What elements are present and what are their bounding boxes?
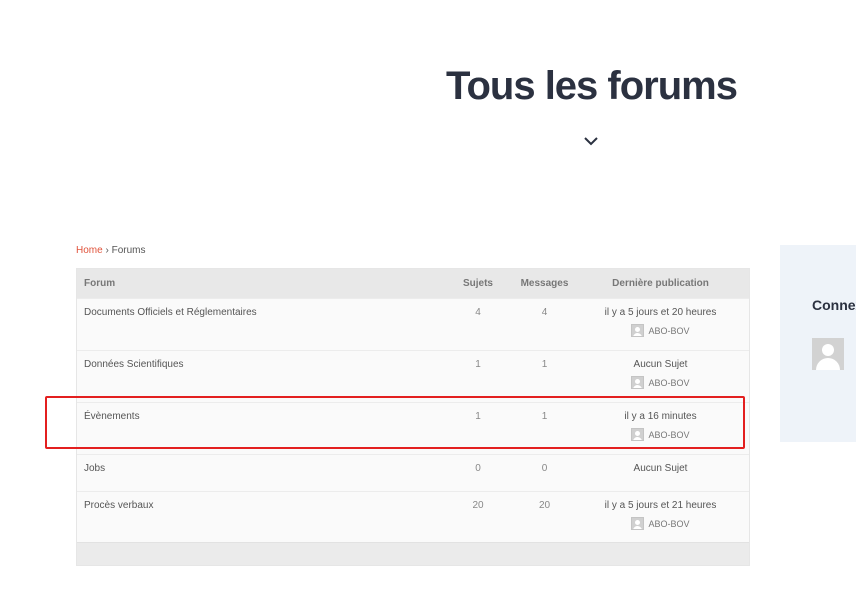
last-post-link[interactable]: il y a 16 minutes <box>572 411 749 422</box>
last-post-link[interactable]: il y a 5 jours et 20 heures <box>572 307 749 318</box>
avatar[interactable] <box>631 517 645 530</box>
last-post-link[interactable]: il y a 5 jours et 21 heures <box>572 500 749 511</box>
forum-link[interactable]: Documents Officiels et Réglementaires <box>84 307 257 318</box>
topics-count: 4 <box>475 307 481 318</box>
messages-count: 20 <box>538 500 551 511</box>
avatar[interactable] <box>631 376 645 389</box>
author-link[interactable]: ABO-BOV <box>648 378 689 388</box>
messages-count: 1 <box>541 411 548 422</box>
avatar[interactable] <box>631 324 645 337</box>
chevron-down-icon[interactable] <box>582 134 600 148</box>
header-forum: Forum <box>84 278 116 289</box>
topics-count: 1 <box>475 411 481 422</box>
messages-count: 0 <box>541 463 548 474</box>
avatar <box>812 338 844 370</box>
topics-count: 0 <box>475 463 481 474</box>
breadcrumb: Home › Forums <box>76 245 146 256</box>
table-row: Évènements 1 1 il y a 16 minutes ABO-BOV <box>77 402 749 454</box>
forum-link[interactable]: Procès verbaux <box>84 500 153 511</box>
messages-count: 4 <box>541 307 548 318</box>
messages-count: 1 <box>541 359 548 370</box>
forum-link[interactable]: Données Scientifiques <box>84 359 184 370</box>
last-post-text: Aucun Sujet <box>633 463 688 474</box>
table-row: Documents Officiels et Réglementaires 4 … <box>77 298 749 350</box>
table-row: Jobs 0 0 Aucun Sujet <box>77 454 749 491</box>
header-topics: Sujets <box>462 278 493 289</box>
topics-count: 1 <box>475 359 481 370</box>
author-link[interactable]: ABO-BOV <box>648 430 689 440</box>
table-header: Forum Sujets Messages Dernière publicati… <box>77 269 749 298</box>
sidebar-title: Connexion <box>812 297 856 313</box>
author-link[interactable]: ABO-BOV <box>648 519 689 529</box>
table-row: Données Scientifiques 1 1 Aucun Sujet AB… <box>77 350 749 402</box>
avatar[interactable] <box>631 428 645 441</box>
sidebar-login-panel: Connexion <box>780 245 856 442</box>
breadcrumb-separator: › <box>105 245 109 256</box>
topics-count: 20 <box>472 500 484 511</box>
header-messages: Messages <box>520 278 569 289</box>
author-link[interactable]: ABO-BOV <box>648 326 689 336</box>
page-title: Tous les forums <box>446 64 738 108</box>
table-row: Procès verbaux 20 20 il y a 5 jours et 2… <box>77 491 749 542</box>
last-post-text: Aucun Sujet <box>633 359 688 370</box>
breadcrumb-home-link[interactable]: Home <box>76 245 103 256</box>
forum-link[interactable]: Jobs <box>84 463 105 474</box>
forum-link[interactable]: Évènements <box>84 411 140 422</box>
header-last-post: Dernière publication <box>612 278 709 289</box>
table-footer <box>77 542 749 565</box>
forum-table: Forum Sujets Messages Dernière publicati… <box>76 268 750 566</box>
breadcrumb-current: Forums <box>111 245 146 256</box>
